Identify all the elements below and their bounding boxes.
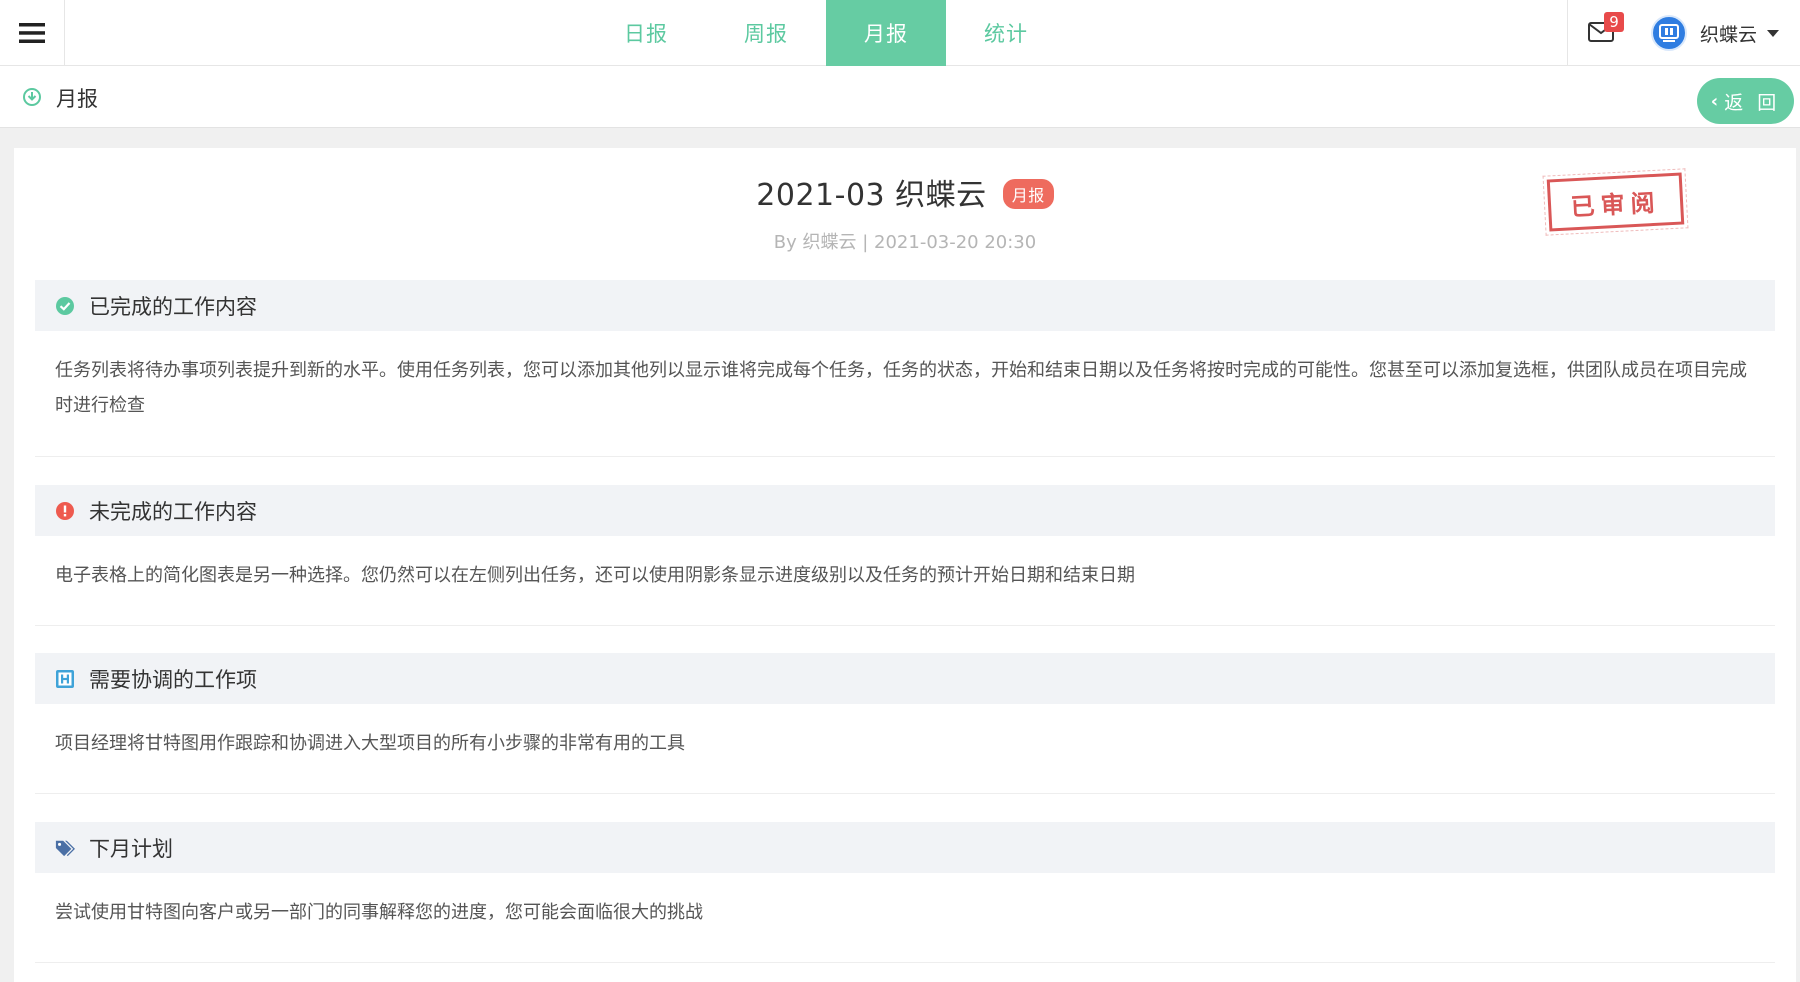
h-square-icon <box>55 669 75 689</box>
exclamation-circle-icon <box>55 501 75 521</box>
user-name: 织蝶云 <box>1700 23 1758 46</box>
section-coordination-items: 需要协调的工作项 项目经理将甘特图用作跟踪和协调进入大型项目的所有小步骤的非常有… <box>35 653 1775 794</box>
back-button[interactable]: ‹ 返 回 <box>1697 78 1794 124</box>
mail-count-badge: 9 <box>1604 12 1624 32</box>
tab-statistics[interactable]: 统计 <box>946 0 1066 66</box>
download-circle-icon <box>23 88 41 106</box>
topbar-user-area: 9 织蝶云 <box>1567 0 1800 66</box>
report-type-badge: 月报 <box>1002 178 1054 209</box>
page-header: 月报 ‹ 返 回 <box>0 66 1800 128</box>
section-title: 需要协调的工作项 <box>89 667 257 692</box>
section-content: 项目经理将甘特图用作跟踪和协调进入大型项目的所有小步骤的非常有用的工具 <box>35 704 1775 794</box>
back-button-label: 返 回 <box>1724 91 1781 114</box>
user-menu[interactable]: 织蝶云 <box>1651 13 1780 53</box>
chevron-left-icon: ‹ <box>1710 90 1719 112</box>
section-title: 下月计划 <box>89 836 173 861</box>
section-title: 未完成的工作内容 <box>89 499 257 524</box>
section-completed-work: 已完成的工作内容 任务列表将待办事项列表提升到新的水平。使用任务列表，您可以添加… <box>35 280 1775 457</box>
section-content: 尝试使用甘特图向客户或另一部门的同事解释您的进度，您可能会面临很大的挑战 <box>35 873 1775 963</box>
report-meta: By 织蝶云 | 2021-03-20 20:30 <box>773 232 1037 253</box>
caret-down-icon <box>1767 29 1780 37</box>
reviewed-stamp: 已审阅 <box>1542 167 1689 237</box>
check-circle-icon <box>55 296 75 316</box>
tags-icon <box>55 838 75 858</box>
avatar <box>1651 15 1687 51</box>
report-title-text: 2021-03 织蝶云 <box>756 178 987 213</box>
report-type-tabs: 日报 周报 月报 统计 <box>586 0 1066 66</box>
menu-toggle-button[interactable] <box>0 0 65 66</box>
section-header: 下月计划 <box>35 822 1775 873</box>
section-header: 未完成的工作内容 <box>35 485 1775 536</box>
section-incomplete-work: 未完成的工作内容 电子表格上的简化图表是另一种选择。您仍然可以在左侧列出任务，还… <box>35 485 1775 626</box>
report-title: 2021-03 织蝶云 月报 <box>14 170 1796 214</box>
tab-daily[interactable]: 日报 <box>586 0 706 66</box>
section-title: 已完成的工作内容 <box>89 294 257 319</box>
report-card: 2021-03 织蝶云 月报 By 织蝶云 | 2021-03-20 20:30 … <box>14 148 1796 982</box>
page-title: 月报 <box>56 87 98 111</box>
tab-weekly[interactable]: 周报 <box>706 0 826 66</box>
hamburger-icon <box>19 23 45 43</box>
section-next-month-plan: 下月计划 尝试使用甘特图向客户或另一部门的同事解释您的进度，您可能会面临很大的挑… <box>35 822 1775 963</box>
tab-monthly[interactable]: 月报 <box>826 0 946 66</box>
section-content: 任务列表将待办事项列表提升到新的水平。使用任务列表，您可以添加其他列以显示谁将完… <box>35 331 1775 457</box>
section-content: 电子表格上的简化图表是另一种选择。您仍然可以在左侧列出任务，还可以使用阴影条显示… <box>35 536 1775 626</box>
section-header: 已完成的工作内容 <box>35 280 1775 331</box>
section-header: 需要协调的工作项 <box>35 653 1775 704</box>
brand-logo-icon <box>1659 24 1679 42</box>
top-navbar: 日报 周报 月报 统计 9 织蝶云 <box>0 0 1800 66</box>
